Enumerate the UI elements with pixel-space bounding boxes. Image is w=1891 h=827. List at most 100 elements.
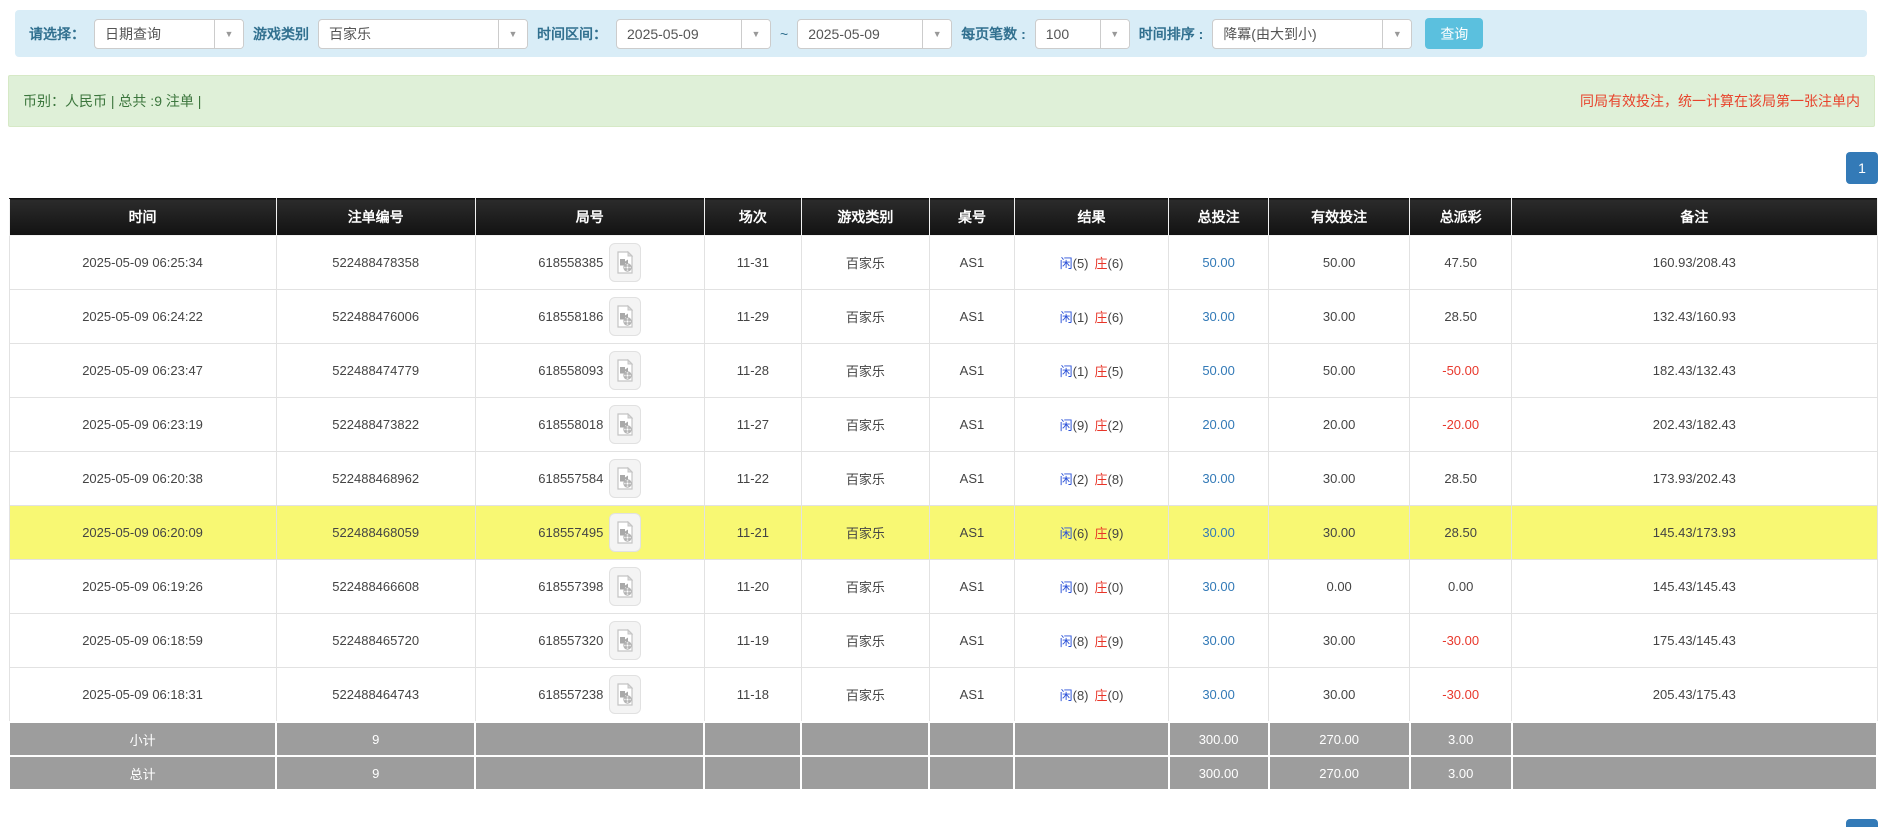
cell-empty [704,722,801,756]
video-replay-icon[interactable] [609,567,641,606]
player-result: 闲 [1060,256,1073,271]
cell-result: 闲(9)庄(2) [1014,398,1168,452]
cell-payout: 28.50 [1410,290,1512,344]
cell-result: 闲(5)庄(6) [1014,236,1168,290]
cell-time: 2025-05-09 06:23:47 [9,344,276,398]
video-replay-icon[interactable] [609,297,641,336]
game-category-label: 游戏类别 [253,24,309,44]
round-id: 618558018 [538,417,603,432]
sort-order-label: 时间排序 : [1139,24,1204,44]
currency-total-text: 币别：人民币 | 总共 :9 注单 | [23,91,201,111]
banker-result: 庄 [1095,526,1108,541]
video-replay-icon[interactable] [609,243,641,282]
cell-table: AS1 [929,290,1014,344]
sort-order-select[interactable]: 降冪(由大到小) ▼ [1212,19,1412,49]
cell-note: 175.43/145.43 [1512,614,1877,668]
video-replay-icon[interactable] [609,621,641,660]
player-result: 闲 [1060,364,1073,379]
player-points: (5) [1073,256,1089,271]
cell-round: 618557495 [475,506,704,560]
pagination-page-1-bottom[interactable] [1846,819,1878,827]
per-page-select[interactable]: 100 ▼ [1035,19,1130,49]
cell-total-bet[interactable]: 50.00 [1169,236,1269,290]
date-from-select[interactable]: 2025-05-09 ▼ [616,19,771,49]
per-page-value: 100 [1036,20,1100,48]
game-category-select[interactable]: 百家乐 ▼ [318,19,528,49]
cell-note: 205.43/175.43 [1512,668,1877,723]
cell-payout: -50.00 [1410,344,1512,398]
cell-time: 2025-05-09 06:24:22 [9,290,276,344]
cell-round: 618558186 [475,290,704,344]
player-points: (2) [1073,472,1089,487]
cell-total-bet[interactable]: 30.00 [1169,506,1269,560]
cell-total-bet[interactable]: 30.00 [1169,452,1269,506]
cell-table: AS1 [929,236,1014,290]
cell-total-bet[interactable]: 30.00 [1169,668,1269,723]
cell-session: 11-29 [704,290,801,344]
cell-bet-id: 522488468059 [276,506,475,560]
video-replay-icon[interactable] [609,351,641,390]
summary-info-bar: 币别：人民币 | 总共 :9 注单 | 同局有效投注，统一计算在该局第一张注单内 [8,75,1875,127]
cell-bet-id: 522488476006 [276,290,475,344]
cell-empty [1512,756,1877,790]
cell-round: 618558018 [475,398,704,452]
search-button[interactable]: 查询 [1425,18,1483,49]
cell-game: 百家乐 [801,344,929,398]
cell-total-bet[interactable]: 30.00 [1169,614,1269,668]
cell-bet-id: 522488466608 [276,560,475,614]
video-replay-icon[interactable] [609,675,641,714]
game-category-value: 百家乐 [319,20,498,48]
column-header-session: 场次 [704,199,801,236]
sort-order-value: 降冪(由大到小) [1213,20,1382,48]
cell-note: 145.43/145.43 [1512,560,1877,614]
cell-time: 2025-05-09 06:25:34 [9,236,276,290]
banker-result: 庄 [1095,634,1108,649]
chevron-down-icon: ▼ [922,20,951,48]
player-points: (1) [1073,364,1089,379]
cell-total-bet[interactable]: 30.00 [1169,290,1269,344]
player-result: 闲 [1060,472,1073,487]
cell-round: 618557398 [475,560,704,614]
cell-round: 618558093 [475,344,704,398]
chevron-down-icon: ▼ [498,20,527,48]
table-row: 2025-05-09 06:18:31 522488464743 6185572… [9,668,1877,723]
date-to-select[interactable]: 2025-05-09 ▼ [797,19,952,49]
banker-points: (6) [1108,310,1124,325]
cell-note: 132.43/160.93 [1512,290,1877,344]
player-result: 闲 [1060,580,1073,595]
cell-empty [475,756,704,790]
cell-session: 11-18 [704,668,801,723]
table-header-row: 时间 注单编号 局号 场次 游戏类别 桌号 结果 总投注 有效投注 总派彩 备注 [9,199,1877,236]
cell-valid-bet: 0.00 [1269,560,1410,614]
cell-game: 百家乐 [801,290,929,344]
table-row: 2025-05-09 06:20:09 522488468059 6185574… [9,506,1877,560]
banker-points: (0) [1108,580,1124,595]
video-replay-icon[interactable] [609,459,641,498]
cell-empty [1512,722,1877,756]
banker-result: 庄 [1095,418,1108,433]
summary-total-bet: 300.00 [1169,722,1269,756]
cell-empty [801,756,929,790]
pagination-page-1[interactable]: 1 [1846,152,1878,184]
chevron-down-icon: ▼ [1100,20,1129,48]
cell-total-bet[interactable]: 20.00 [1169,398,1269,452]
cell-game: 百家乐 [801,614,929,668]
cell-total-bet[interactable]: 30.00 [1169,560,1269,614]
same-round-notice: 同局有效投注，统一计算在该局第一张注单内 [1580,91,1860,111]
cell-result: 闲(8)庄(9) [1014,614,1168,668]
cell-game: 百家乐 [801,560,929,614]
cell-result: 闲(1)庄(6) [1014,290,1168,344]
summary-row: 总计 9 300.00 270.00 3.00 [9,756,1877,790]
player-points: (8) [1073,688,1089,703]
player-result: 闲 [1060,526,1073,541]
query-type-select[interactable]: 日期查询 ▼ [94,19,244,49]
cell-table: AS1 [929,614,1014,668]
column-header-game: 游戏类别 [801,199,929,236]
cell-payout: 28.50 [1410,452,1512,506]
cell-game: 百家乐 [801,506,929,560]
summary-label: 小计 [9,722,276,756]
video-replay-icon[interactable] [609,405,641,444]
cell-total-bet[interactable]: 50.00 [1169,344,1269,398]
cell-empty [704,756,801,790]
video-replay-icon[interactable] [609,513,641,552]
